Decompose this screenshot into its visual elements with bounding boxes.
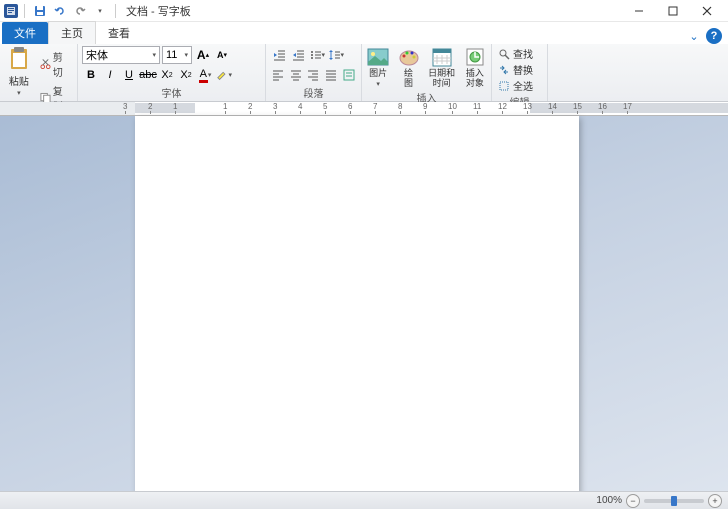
italic-button[interactable]: I	[101, 66, 119, 84]
paragraph-dialog-button[interactable]	[340, 66, 357, 84]
font-color-button[interactable]: A▾	[196, 66, 214, 84]
group-paragraph: ▾ ▾ 段落	[266, 44, 362, 101]
document-page[interactable]	[135, 116, 579, 491]
chevron-down-icon: ▾	[184, 51, 188, 59]
window-controls	[622, 1, 724, 21]
replace-button[interactable]: 替换	[496, 62, 543, 77]
insert-datetime-button[interactable]: 日期和 时间	[427, 46, 457, 89]
zoom-slider[interactable]	[644, 499, 704, 503]
shrink-font-button[interactable]: A▾	[213, 46, 231, 64]
highlight-button[interactable]: ▾	[215, 66, 233, 84]
font-name-combo[interactable]: 宋体▾	[82, 46, 160, 64]
insert-paint-button[interactable]: 绘 图	[396, 46, 420, 89]
superscript-button[interactable]: X2	[177, 66, 195, 84]
selectall-button[interactable]: 全选	[496, 78, 543, 93]
cut-button[interactable]: 剪切	[38, 48, 73, 80]
strikethrough-button[interactable]: abc	[139, 66, 157, 84]
help-button[interactable]: ?	[706, 28, 722, 44]
align-right-button[interactable]	[305, 66, 322, 84]
increase-indent-button[interactable]	[289, 46, 307, 64]
title-bar: ▾ 文档 - 写字板	[0, 0, 728, 22]
decrease-indent-button[interactable]	[270, 46, 288, 64]
font-size-combo[interactable]: 11▾	[162, 46, 192, 64]
ribbon-tabs: 文件 主页 查看 ⌄ ?	[0, 22, 728, 44]
help-area: ⌄ ?	[686, 28, 722, 44]
group-edit: 查找 替换 全选 编辑	[492, 44, 548, 101]
group-clipboard: 粘贴 ▾ 剪切 复制 剪贴板	[0, 44, 78, 101]
tab-file[interactable]: 文件	[2, 22, 48, 44]
subscript-button[interactable]: X2	[158, 66, 176, 84]
close-button[interactable]	[690, 1, 724, 21]
qat-dropdown[interactable]: ▾	[91, 2, 109, 20]
divider	[115, 4, 116, 18]
undo-button[interactable]	[51, 2, 69, 20]
find-button[interactable]: 查找	[496, 46, 543, 61]
tab-home[interactable]: 主页	[48, 21, 96, 44]
maximize-button[interactable]	[656, 1, 690, 21]
divider	[24, 4, 25, 18]
chevron-down-icon: ▾	[152, 51, 156, 59]
line-spacing-button[interactable]: ▾	[327, 46, 345, 64]
group-label-font: 字体	[82, 84, 261, 101]
group-label-paragraph: 段落	[270, 84, 357, 101]
redo-button[interactable]	[71, 2, 89, 20]
insert-picture-button[interactable]: 图片 ▾	[366, 46, 390, 89]
ribbon: 粘贴 ▾ 剪切 复制 剪贴板 宋体▾	[0, 44, 728, 102]
tab-view[interactable]: 查看	[96, 22, 142, 44]
window-title: 文档 - 写字板	[126, 3, 191, 19]
paste-label: 粘贴	[9, 73, 29, 88]
quick-access-toolbar: ▾ 文档 - 写字板	[4, 2, 191, 20]
minimize-ribbon-button[interactable]: ⌄	[686, 28, 702, 44]
align-left-button[interactable]	[270, 66, 287, 84]
group-font: 宋体▾ 11▾ A▴ A▾ B I U abc X2 X2 A▾ ▾	[78, 44, 266, 101]
status-bar: 100% − +	[0, 491, 728, 509]
align-justify-button[interactable]	[323, 66, 340, 84]
zoom-level: 100%	[596, 495, 622, 506]
list-button[interactable]: ▾	[308, 46, 326, 64]
save-button[interactable]	[31, 2, 49, 20]
ruler-corner	[0, 102, 135, 116]
minimize-button[interactable]	[622, 1, 656, 21]
horizontal-ruler[interactable]: 3211234567891011121314151617	[135, 102, 728, 116]
zoom-out-button[interactable]: −	[626, 494, 640, 508]
zoom-thumb[interactable]	[671, 496, 677, 506]
grow-font-button[interactable]: A▴	[194, 46, 212, 64]
bold-button[interactable]: B	[82, 66, 100, 84]
chevron-down-icon: ▾	[376, 80, 380, 88]
paste-button[interactable]: 粘贴 ▾	[4, 46, 34, 97]
underline-button[interactable]: U	[120, 66, 138, 84]
insert-object-button[interactable]: 插入 对象	[463, 46, 487, 89]
zoom-in-button[interactable]: +	[708, 494, 722, 508]
align-center-button[interactable]	[288, 66, 305, 84]
document-area: 3211234567891011121314151617	[0, 102, 728, 491]
group-insert: 图片 ▾ 绘 图 日期和 时间 插入 对象 插入	[362, 44, 492, 101]
app-icon	[4, 4, 18, 18]
chevron-down-icon: ▾	[17, 89, 21, 97]
